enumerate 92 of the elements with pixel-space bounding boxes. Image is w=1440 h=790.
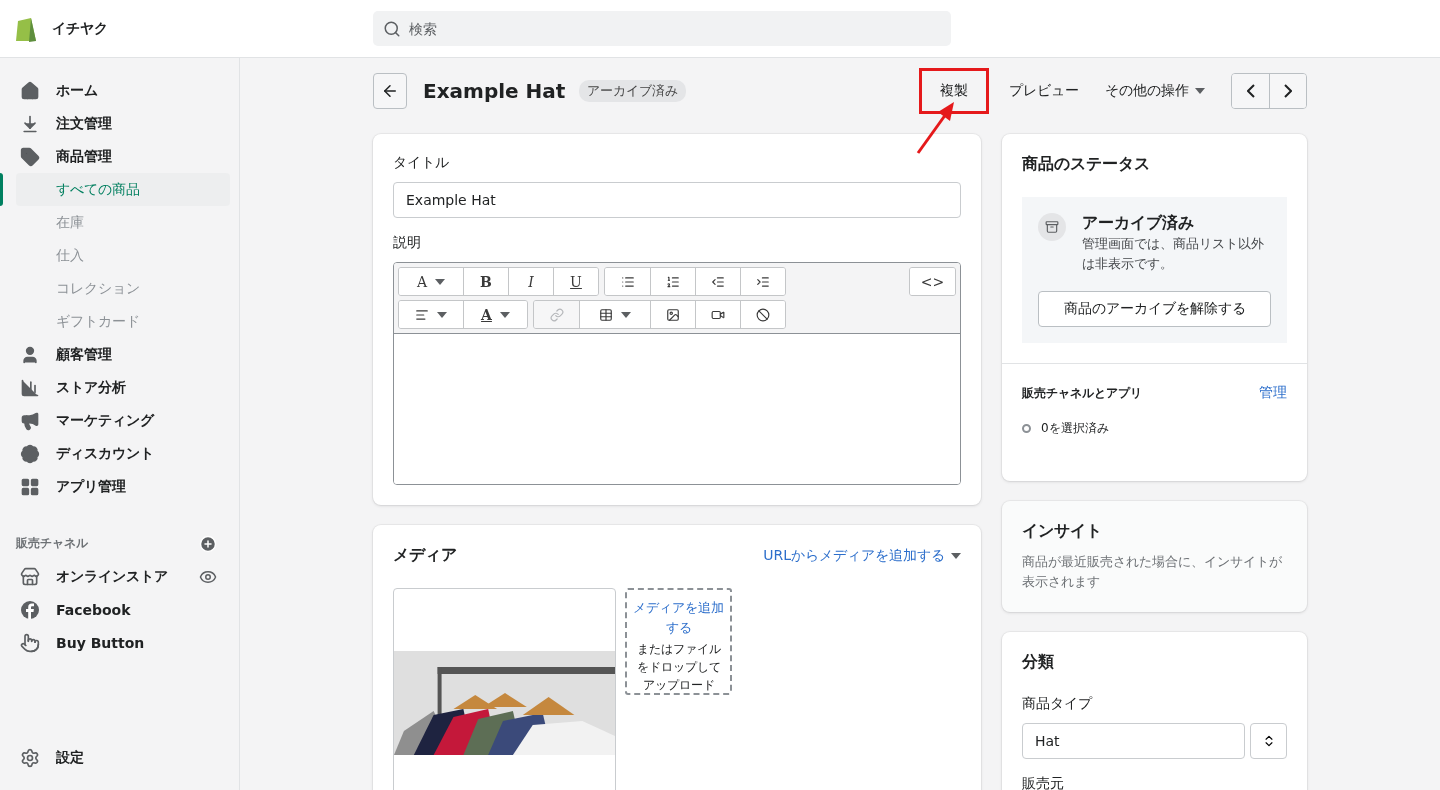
manage-link[interactable]: 管理 [1259, 384, 1287, 402]
align-icon [415, 307, 429, 322]
underline-button[interactable]: U [553, 268, 598, 295]
add-media-link[interactable]: メディアを追加する [631, 598, 726, 638]
caret-icon [435, 278, 446, 285]
bullet-list-icon [620, 274, 635, 289]
card-heading: メディア [393, 545, 457, 566]
store-icon [20, 566, 40, 587]
box-icon [1045, 220, 1059, 234]
selection-indicator [0, 173, 3, 206]
table-icon [599, 307, 613, 322]
caret-icon [437, 311, 447, 318]
download-icon [20, 113, 40, 134]
action-button[interactable]: プレビュー [1003, 73, 1085, 109]
caret-icon [951, 552, 961, 559]
field-label: 商品タイプ [1022, 695, 1094, 713]
field-label: 販売元 [1022, 775, 1065, 790]
video-button[interactable] [695, 301, 740, 328]
bullet-list-button[interactable] [605, 268, 650, 295]
numbered-list-icon [666, 274, 680, 289]
apps-icon [20, 476, 40, 497]
status-text: 管理画面では、商品リスト以外は非表示です。 [1082, 235, 1265, 273]
indent-button[interactable] [740, 268, 785, 295]
outdent-icon [711, 274, 725, 289]
store-name: イチヤク [52, 19, 108, 38]
text-color-button[interactable]: A [463, 301, 527, 328]
status-title: アーカイブ済み [1082, 213, 1195, 234]
nav-item[interactable]: ディスカウント [0, 437, 239, 470]
clear-format-icon [756, 307, 770, 322]
nav-item[interactable]: ストア分析 [0, 371, 239, 404]
chevron-left-icon [1246, 84, 1255, 98]
title-input[interactable]: Example Hat [393, 182, 961, 218]
nav-item[interactable]: 注文管理 [0, 107, 239, 140]
nav-item[interactable]: 商品管理 [0, 140, 239, 173]
card-heading: インサイト [1022, 521, 1103, 542]
image-icon [666, 307, 680, 322]
numbered-list-button[interactable] [650, 268, 695, 295]
selected-count: 0を選択済み [1041, 420, 1109, 437]
megaphone-icon [20, 410, 40, 431]
card-heading: 分類 [1022, 652, 1055, 673]
pointer-icon [20, 632, 40, 653]
bar-chart-icon [20, 377, 40, 398]
nav-item[interactable]: Buy Button [0, 626, 239, 659]
font-button[interactable]: A [399, 268, 463, 295]
italic-button[interactable]: I [508, 268, 553, 295]
home-icon [20, 80, 40, 101]
search-icon [383, 19, 401, 38]
caret-icon [1195, 88, 1205, 94]
nav-item[interactable]: 顧客管理 [0, 338, 239, 371]
card-heading: 商品のステータス [1022, 154, 1151, 175]
clear-format-button[interactable] [740, 301, 785, 328]
link-icon [549, 307, 564, 322]
section-heading: 販売チャネル [16, 535, 88, 552]
chevron-right-icon [1284, 84, 1292, 98]
action-button[interactable]: その他の操作 [1099, 73, 1211, 109]
add-from-url-link[interactable]: URLからメディアを追加する [763, 546, 961, 565]
status-badge: アーカイブ済み [579, 80, 687, 102]
add-icon[interactable] [199, 534, 217, 553]
table-button[interactable] [579, 301, 650, 328]
caret-icon [621, 311, 631, 318]
nav-item[interactable]: アプリ管理 [0, 470, 239, 503]
settings-icon [20, 747, 40, 768]
bold-button[interactable]: B [463, 268, 508, 295]
drop-zone[interactable]: メディアを追加する またはファイルをドロップしてアップロード [625, 588, 732, 695]
caret-icon [499, 311, 510, 318]
align-button[interactable] [399, 301, 463, 328]
page-title: Example Hat [423, 79, 566, 103]
section-heading: 販売チャネルとアプリ [1022, 384, 1142, 402]
nav-item[interactable]: 設定 [0, 741, 239, 774]
product-type-input[interactable]: Hat [1022, 723, 1245, 759]
nav-item[interactable]: ホーム [0, 74, 239, 107]
nav-item[interactable]: オンラインストア [0, 560, 239, 593]
code-button[interactable]: <> [910, 268, 955, 295]
person-icon [20, 344, 40, 365]
nav-item[interactable]: Facebook [0, 593, 239, 626]
outdent-button[interactable] [695, 268, 740, 295]
insight-text: 商品が最近販売された場合に、インサイトが表示されます [1022, 553, 1283, 591]
image-button[interactable] [650, 301, 695, 328]
next-button[interactable] [1269, 74, 1306, 108]
field-label: タイトル [393, 154, 450, 172]
nav-item[interactable]: マーケティング [0, 404, 239, 437]
circle-icon [1022, 424, 1031, 433]
nav-subitem[interactable]: すべての商品 [16, 173, 230, 206]
unarchive-button[interactable]: 商品のアーカイブを解除する [1038, 291, 1271, 327]
tag-icon [20, 146, 40, 167]
facebook-icon [20, 599, 40, 620]
back-button[interactable] [373, 73, 407, 109]
field-label: 説明 [393, 234, 422, 252]
indent-icon [756, 274, 770, 289]
description-editor[interactable]: A B I U <> A [393, 262, 961, 485]
drop-hint: またはファイルをドロップしてアップロード [635, 641, 722, 693]
media-tile[interactable] [393, 588, 616, 790]
